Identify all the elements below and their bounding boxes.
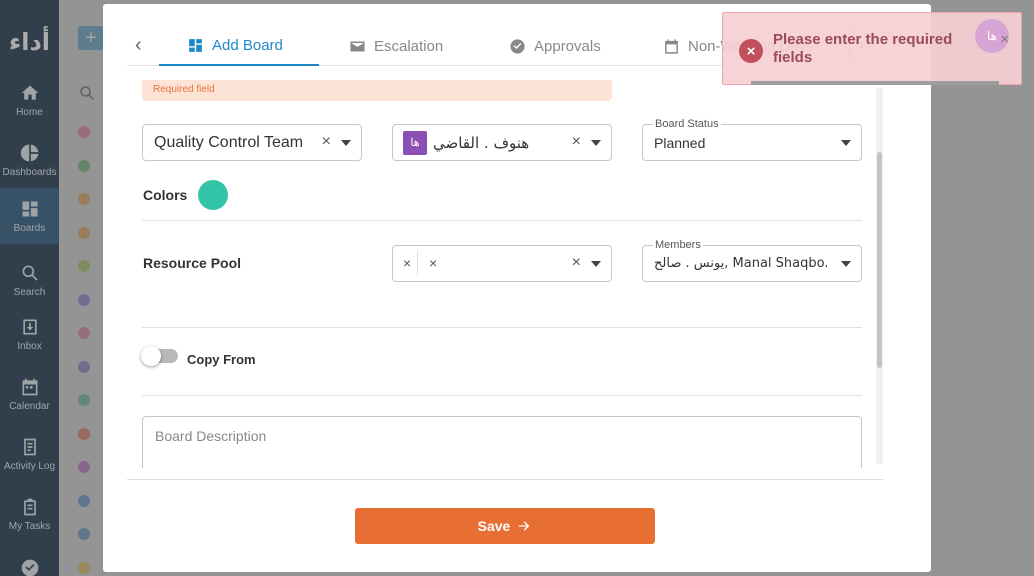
caret-down-icon[interactable] bbox=[341, 140, 351, 146]
chevron-left-icon[interactable]: ‹ bbox=[135, 34, 142, 57]
resource-pool-label: Resource Pool bbox=[143, 255, 242, 271]
clear-icon[interactable]: × bbox=[322, 133, 331, 151]
copy-from-toggle[interactable] bbox=[141, 346, 178, 366]
close-icon[interactable]: × bbox=[1000, 31, 1009, 48]
caret-down-icon[interactable] bbox=[591, 140, 601, 146]
color-swatch[interactable] bbox=[198, 180, 228, 210]
envelope-icon bbox=[350, 41, 365, 51]
owner-select[interactable]: ها هنوف . القاضي × bbox=[392, 124, 612, 161]
copy-from-label: Copy From bbox=[187, 352, 256, 367]
scrollbar-thumb[interactable] bbox=[877, 152, 882, 368]
team-select[interactable]: Quality Control Team × bbox=[142, 124, 362, 161]
remove-chip-icon[interactable]: × bbox=[423, 251, 443, 275]
divider bbox=[142, 327, 862, 328]
caret-down-icon[interactable] bbox=[841, 140, 851, 146]
toast-message: Please enter the required fields bbox=[773, 31, 953, 66]
modal-content: Required field Quality Control Team × ها… bbox=[127, 68, 883, 468]
members-select[interactable]: Members يونس . صالح, Manal Shaqbo... bbox=[642, 239, 862, 282]
clear-icon[interactable]: × bbox=[572, 133, 581, 151]
resource-pool-select[interactable]: × × × bbox=[392, 245, 612, 282]
grid-icon bbox=[189, 38, 202, 52]
avatar: ها bbox=[403, 130, 427, 155]
add-board-modal: ‹ Add Board Escalation Approvals Non-Wor… bbox=[103, 4, 931, 572]
clear-icon[interactable]: × bbox=[572, 254, 581, 272]
caret-down-icon[interactable] bbox=[591, 261, 601, 267]
required-field-message: Required field bbox=[142, 80, 612, 101]
arrow-right-icon bbox=[519, 521, 530, 531]
board-description-field[interactable]: Board Description bbox=[142, 416, 862, 468]
colors-label: Colors bbox=[143, 187, 188, 203]
caret-down-icon[interactable] bbox=[841, 261, 851, 267]
toggle-knob bbox=[141, 346, 161, 366]
scrollbar[interactable] bbox=[876, 88, 883, 464]
error-toast: × Please enter the required fields ها × bbox=[722, 12, 1022, 85]
tab-escalation[interactable]: Escalation bbox=[349, 26, 443, 66]
remove-chip-icon[interactable]: × bbox=[397, 251, 419, 275]
board-status-select[interactable]: Board Status Planned bbox=[642, 118, 862, 161]
footer-divider bbox=[127, 479, 883, 480]
calendar-icon bbox=[665, 38, 678, 54]
tab-add-board[interactable]: Add Board bbox=[159, 26, 319, 66]
toast-progress-bar bbox=[751, 81, 999, 85]
divider bbox=[142, 395, 862, 396]
tab-approvals[interactable]: Approvals bbox=[509, 26, 601, 66]
error-icon: × bbox=[739, 39, 763, 63]
divider bbox=[142, 220, 862, 221]
save-button[interactable]: Save bbox=[355, 508, 655, 544]
check-circle-icon bbox=[510, 38, 525, 54]
